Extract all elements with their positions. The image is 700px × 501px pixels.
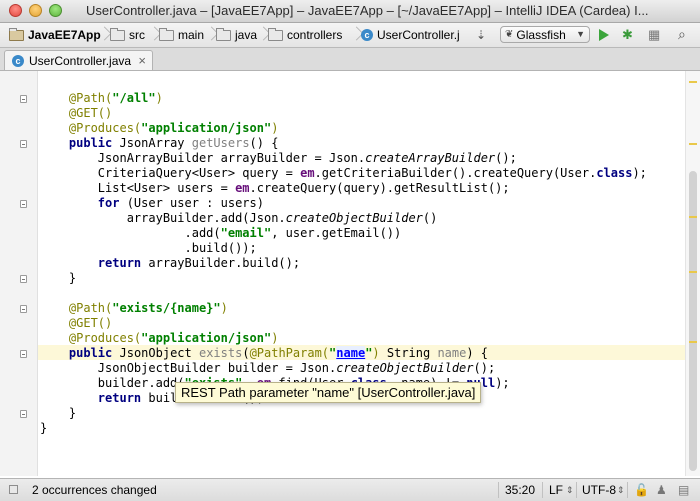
line-separator-select[interactable]: LF: [549, 483, 563, 497]
status-divider: [627, 482, 628, 498]
breadcrumb-file[interactable]: c UserController.j: [361, 27, 460, 43]
make-project-icon[interactable]: ⇣: [476, 28, 486, 42]
code-editor[interactable]: @Path("/all") @GET() @Produces("applicat…: [0, 71, 700, 476]
breadcrumb-separator: [257, 25, 265, 44]
code-line: @Path("/all"): [68, 91, 163, 105]
code-line: public JsonObject exists(@PathParam("nam…: [68, 346, 489, 360]
code-line: @Path("exists/{name}"): [68, 301, 228, 315]
maximize-window-button[interactable]: [49, 4, 62, 17]
breadcrumb-java[interactable]: java: [216, 27, 257, 43]
fold-marker-icon[interactable]: [20, 305, 27, 313]
fold-marker-icon[interactable]: [20, 200, 27, 208]
breadcrumb-label: UserController.j: [377, 28, 460, 42]
tab-label: UserController.java: [29, 53, 132, 68]
folder-icon: [216, 27, 231, 41]
breadcrumb-label: src: [129, 28, 145, 42]
updown-icon: ⇕: [566, 485, 574, 495]
vertical-scrollbar[interactable]: [685, 71, 700, 476]
editor-gutter[interactable]: [0, 71, 38, 476]
breadcrumb-label: main: [178, 28, 205, 42]
fold-marker-icon[interactable]: [20, 140, 27, 148]
title-bar: UserController.java – [JavaEE7App] – Jav…: [0, 0, 700, 23]
lock-icon[interactable]: 🔓: [634, 483, 649, 497]
code-line: .add("email", user.getEmail()): [40, 226, 402, 240]
breadcrumb-main[interactable]: main: [159, 27, 204, 43]
code-line: @GET(): [68, 316, 113, 330]
code-line: @GET(): [68, 106, 113, 120]
java-class-icon: c: [12, 54, 24, 67]
project-folder-icon: [9, 27, 24, 41]
status-divider: [498, 482, 499, 498]
close-window-button[interactable]: [9, 4, 22, 17]
dropdown-caret-icon: ▼: [576, 29, 585, 39]
encoding-select[interactable]: UTF-8: [582, 483, 616, 497]
error-stripe-mark[interactable]: [689, 81, 697, 83]
tool-windows-icon[interactable]: [9, 485, 18, 494]
run-configuration-select[interactable]: ❦ Glassfish ▼: [500, 26, 590, 43]
code-line: JsonObjectBuilder builder = Json.createO…: [40, 361, 496, 375]
updown-icon: ⇕: [617, 485, 625, 495]
glassfish-icon: ❦: [505, 29, 514, 40]
breadcrumb-project[interactable]: JavaEE7App: [9, 27, 101, 43]
debug-icon[interactable]: ✱: [622, 27, 633, 43]
code-line: JsonArrayBuilder arrayBuilder = Json.cre…: [40, 151, 517, 165]
code-line: public JsonArray getUsers() {: [68, 136, 279, 150]
path-parameter-tooltip: REST Path parameter "name" [UserControll…: [175, 382, 482, 403]
fold-marker-icon[interactable]: [20, 275, 27, 283]
folder-icon: [268, 27, 283, 41]
editor-tabs: c UserController.java ×: [0, 48, 700, 71]
folder-icon: [159, 27, 174, 41]
breadcrumb-separator: [98, 25, 106, 44]
breadcrumb-src[interactable]: src: [110, 27, 145, 43]
error-stripe-mark[interactable]: [689, 341, 697, 343]
code-line: .build());: [40, 241, 257, 255]
breadcrumb-label: controllers: [287, 28, 343, 42]
fold-marker-icon[interactable]: [20, 95, 27, 103]
error-stripe-mark[interactable]: [689, 216, 697, 218]
error-stripe-mark[interactable]: [689, 271, 697, 273]
folder-icon: [110, 27, 125, 41]
breadcrumb-label: JavaEE7App: [28, 28, 101, 42]
breadcrumb-label: java: [235, 28, 258, 42]
status-divider: [542, 482, 543, 498]
code-line: }: [40, 406, 77, 420]
status-divider: [576, 482, 577, 498]
breadcrumb-separator: [350, 25, 358, 44]
code-line: arrayBuilder.add(Json.createObjectBuilde…: [40, 211, 438, 225]
code-line: }: [40, 421, 48, 435]
navigation-bar: JavaEE7App src main java controllers c U…: [0, 23, 700, 48]
status-message: 2 occurrences changed: [32, 483, 157, 497]
status-bar: 2 occurrences changed 35:20 LF ⇕ UTF-8 ⇕…: [0, 478, 700, 501]
breadcrumb-controllers[interactable]: controllers: [268, 27, 342, 43]
event-log-icon[interactable]: ▤: [678, 483, 689, 497]
error-stripe-mark[interactable]: [689, 143, 697, 145]
tab-usercontroller[interactable]: c UserController.java ×: [4, 50, 153, 70]
code-line: for (User user : users): [97, 196, 264, 210]
close-tab-icon[interactable]: ×: [138, 53, 146, 68]
java-class-icon: c: [361, 29, 373, 41]
search-icon[interactable]: ⌕: [678, 26, 686, 43]
minimize-window-button[interactable]: [29, 4, 42, 17]
code-line: }: [40, 271, 77, 285]
coverage-icon[interactable]: ▦: [648, 27, 660, 43]
window-title: UserController.java – [JavaEE7App] – Jav…: [86, 3, 649, 18]
code-line: List<User> users = em.createQuery(query)…: [40, 181, 510, 195]
code-line: return arrayBuilder.build();: [97, 256, 301, 270]
code-line: @Produces("application/json"): [68, 331, 279, 345]
fold-marker-icon[interactable]: [20, 410, 27, 418]
run-icon[interactable]: [599, 29, 609, 41]
code-line: @Produces("application/json"): [68, 121, 279, 135]
caret-position[interactable]: 35:20: [505, 483, 535, 497]
breadcrumb-separator: [148, 25, 156, 44]
fold-marker-icon[interactable]: [20, 350, 27, 358]
breadcrumb-separator: [205, 25, 213, 44]
code-line: CriteriaQuery<User> query = em.getCriter…: [40, 166, 647, 180]
run-config-label: Glassfish: [516, 27, 566, 42]
inspector-icon[interactable]: ♟: [656, 483, 667, 497]
